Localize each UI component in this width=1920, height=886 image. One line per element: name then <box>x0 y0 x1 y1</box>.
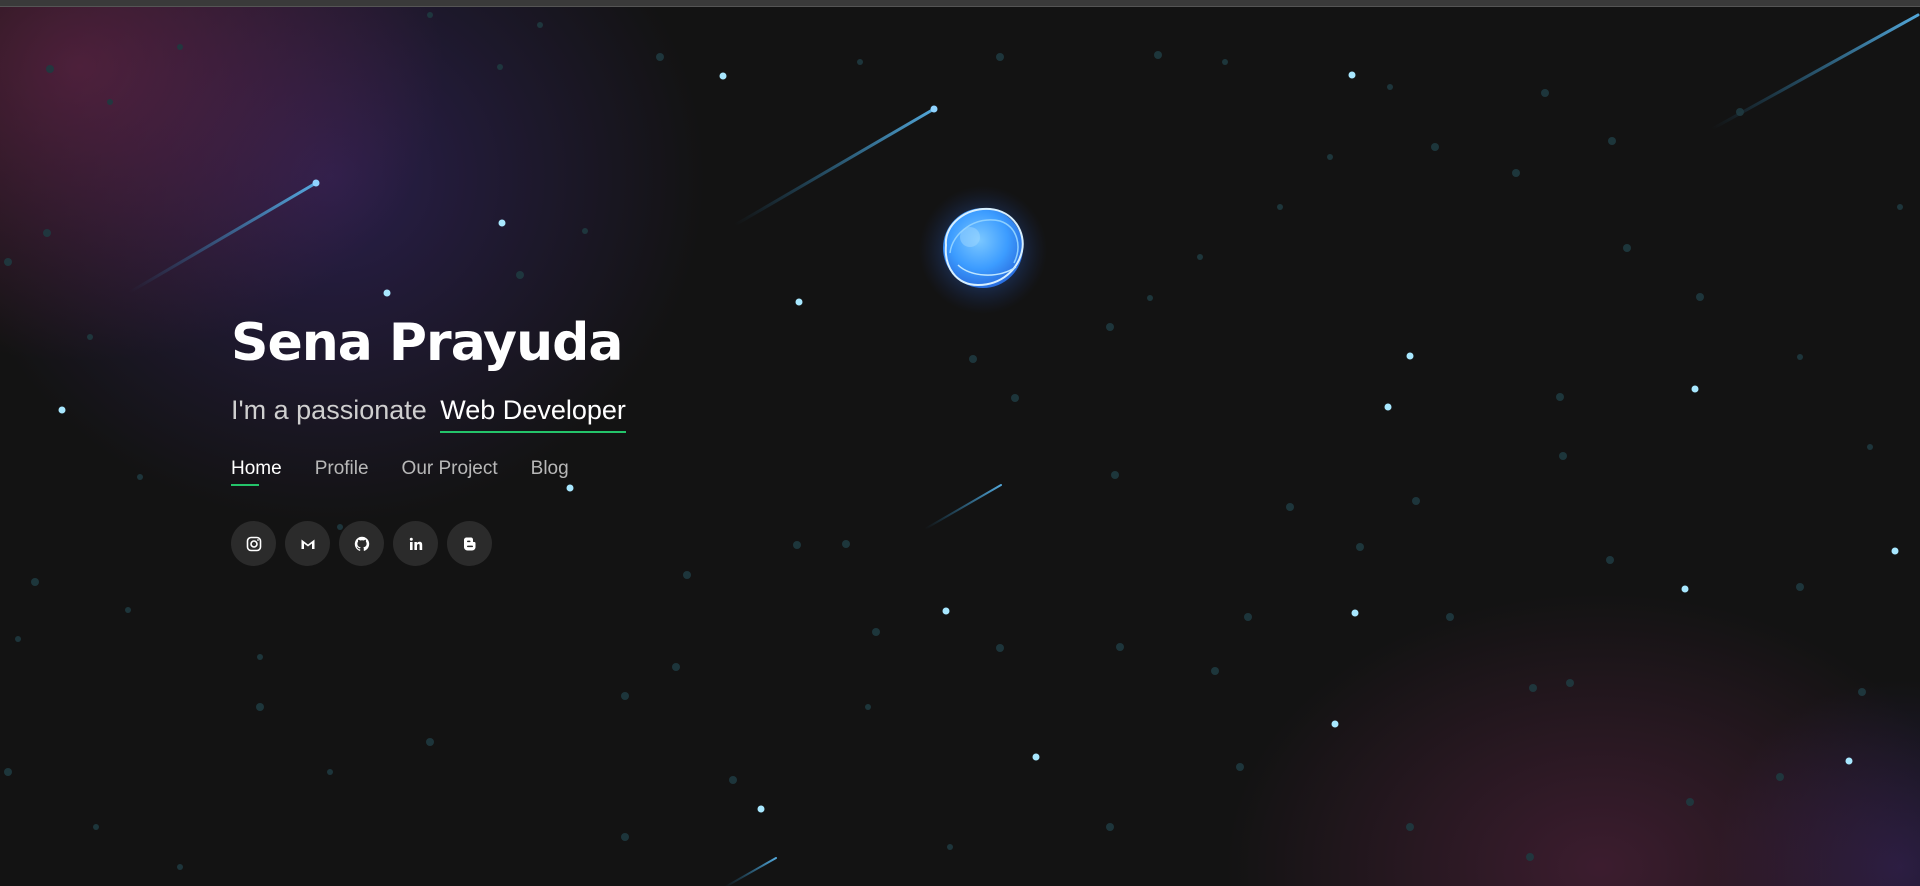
nav-item-our-project[interactable]: Our Project <box>402 458 498 486</box>
github-button[interactable] <box>339 521 384 566</box>
tagline-role: Web Developer <box>440 395 626 433</box>
instagram-button[interactable] <box>231 521 276 566</box>
instagram-icon <box>246 536 261 551</box>
linkedin-icon <box>409 537 422 550</box>
nav-item-profile[interactable]: Profile <box>315 458 369 486</box>
nav-item-home[interactable]: Home <box>231 458 282 486</box>
tagline-prefix: I'm a passionate <box>231 395 427 425</box>
nav-item-blog[interactable]: Blog <box>531 458 569 486</box>
github-icon <box>354 536 369 551</box>
hero-background: Sena Prayuda I'm a passionate Web Develo… <box>0 7 1920 886</box>
linkedin-button[interactable] <box>393 521 438 566</box>
shooting-star <box>733 107 936 227</box>
shooting-star <box>724 857 777 886</box>
planet-icon <box>919 186 1047 314</box>
gmail-button[interactable] <box>285 521 330 566</box>
browser-top-bar <box>0 0 1920 7</box>
hero-section: Sena Prayuda I'm a passionate Web Develo… <box>231 317 626 566</box>
blogger-icon <box>463 537 475 550</box>
main-nav: Home Profile Our Project Blog <box>231 458 626 486</box>
gmail-icon <box>301 539 314 549</box>
shooting-star <box>924 484 1002 530</box>
blogger-button[interactable] <box>447 521 492 566</box>
social-links <box>231 521 626 566</box>
shooting-star-head <box>930 105 938 113</box>
hero-tagline: I'm a passionate Web Developer <box>231 395 626 433</box>
shooting-star <box>128 181 318 294</box>
shooting-star-head <box>312 179 320 187</box>
hero-name: Sena Prayuda <box>231 313 623 373</box>
